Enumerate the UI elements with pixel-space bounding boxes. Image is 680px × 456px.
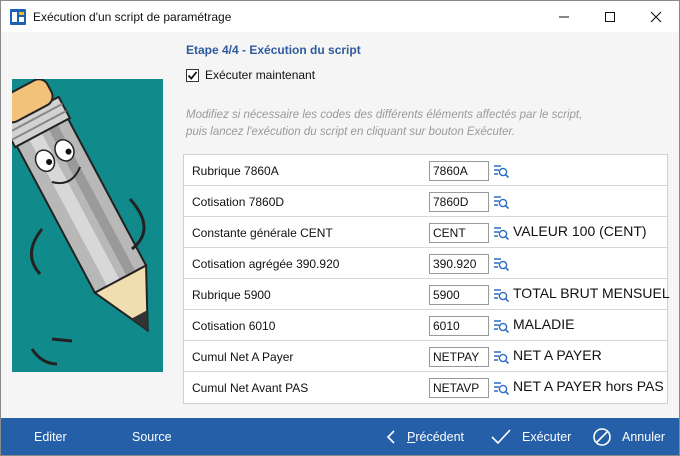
execute-label: Exécuter (522, 430, 572, 444)
search-list-icon (494, 382, 510, 396)
chevron-left-icon (386, 430, 395, 444)
element-row: Constante générale CENT VALEUR 100 (CENT… (184, 217, 667, 248)
title-bar[interactable]: Exécution d'un script de paramétrage (1, 1, 679, 32)
element-description: VALEUR 100 (CENT) (513, 223, 647, 239)
cancel-icon (593, 428, 611, 446)
element-description: NET A PAYER hors PAS (513, 378, 664, 394)
element-description: TOTAL BRUT MENSUEL (513, 285, 670, 301)
element-label: Rubrique 7860A (192, 164, 279, 178)
edit-label: Editer (34, 430, 67, 444)
element-label: Rubrique 5900 (192, 288, 271, 302)
source-button[interactable]: Source (132, 418, 172, 455)
element-row: Cotisation 6010 MALADIE (184, 310, 667, 341)
lookup-button[interactable] (491, 192, 511, 212)
close-icon (650, 11, 662, 22)
element-row: Rubrique 5900 TOTAL BRUT MENSUEL (184, 279, 670, 310)
lookup-button[interactable] (491, 285, 511, 305)
element-label: Cotisation agrégée 390.920 (192, 257, 340, 271)
element-description: MALADIE (513, 316, 575, 332)
element-row: Rubrique 7860A (184, 155, 667, 186)
action-bar: Editer Source Précédent Exécuter Annuler (1, 418, 679, 455)
element-row: Cumul Net A Payer NET A PAYER (184, 341, 667, 372)
search-list-icon (494, 351, 510, 365)
elements-grid: Rubrique 7860A Cotisation 7860D Constant… (183, 154, 670, 404)
pencil-mascot-icon (12, 79, 149, 366)
element-row: Cumul Net Avant PAS NET A PAYER hors PAS (184, 372, 667, 403)
minimize-button[interactable] (541, 1, 587, 32)
close-button[interactable] (633, 1, 679, 32)
previous-label: Précédent (407, 430, 464, 444)
lookup-button[interactable] (491, 378, 511, 398)
element-code-input[interactable] (429, 161, 489, 181)
search-list-icon (494, 289, 510, 303)
search-list-icon (494, 258, 510, 272)
execute-now-label: Exécuter maintenant (205, 68, 316, 82)
element-label: Cotisation 6010 (192, 319, 276, 333)
search-list-icon (494, 196, 510, 210)
execute-now-checkbox[interactable] (186, 68, 199, 82)
search-list-icon (494, 227, 510, 241)
element-code-input[interactable] (429, 316, 489, 336)
element-label: Constante générale CENT (192, 226, 333, 240)
element-code-input[interactable] (429, 285, 489, 305)
element-label: Cumul Net Avant PAS (192, 381, 309, 395)
instructions-line-2: puis lancez l'exécution du script en cli… (186, 126, 516, 138)
step-title: Etape 4/4 - Exécution du script (186, 43, 361, 57)
cancel-label: Annuler (622, 430, 666, 444)
lookup-button[interactable] (491, 254, 511, 274)
element-code-input[interactable] (429, 378, 489, 398)
element-label: Cotisation 7860D (192, 195, 285, 209)
edit-button[interactable]: Editer (34, 418, 67, 455)
minimize-icon (559, 16, 569, 17)
element-code-input[interactable] (429, 223, 489, 243)
search-list-icon (494, 320, 510, 334)
element-row: Cotisation 7860D (184, 186, 667, 217)
source-label: Source (132, 430, 172, 444)
checkmark-icon (491, 429, 511, 445)
search-list-icon (494, 165, 510, 179)
lookup-button[interactable] (491, 223, 511, 243)
element-row: Cotisation agrégée 390.920 (184, 248, 667, 279)
dialog-window: Exécution d'un script de paramétrage Eta… (0, 0, 680, 456)
cancel-button[interactable]: Annuler (592, 418, 666, 455)
element-code-input[interactable] (429, 192, 489, 212)
element-description: NET A PAYER (513, 347, 602, 363)
checkmark-icon (187, 70, 198, 80)
instructions-text: Modifiez si nécessaire les codes des dif… (186, 107, 666, 141)
element-label: Cumul Net A Payer (192, 350, 294, 364)
instructions-line-1: Modifiez si nécessaire les codes des dif… (186, 109, 583, 121)
lookup-button[interactable] (491, 316, 511, 336)
element-code-input[interactable] (429, 347, 489, 367)
dialog-content: Etape 4/4 - Exécution du script Exécuter… (1, 32, 679, 418)
maximize-button[interactable] (587, 1, 633, 32)
execute-button[interactable]: Exécuter (490, 418, 572, 455)
execute-now-option[interactable]: Exécuter maintenant (186, 68, 315, 82)
element-code-input[interactable] (429, 254, 489, 274)
maximize-icon (605, 11, 615, 22)
previous-button[interactable]: Précédent (385, 418, 464, 455)
window-title: Exécution d'un script de paramétrage (33, 10, 232, 24)
pencil-mascot-illustration (12, 79, 163, 372)
lookup-button[interactable] (491, 161, 511, 181)
app-icon (10, 9, 26, 25)
lookup-button[interactable] (491, 347, 511, 367)
